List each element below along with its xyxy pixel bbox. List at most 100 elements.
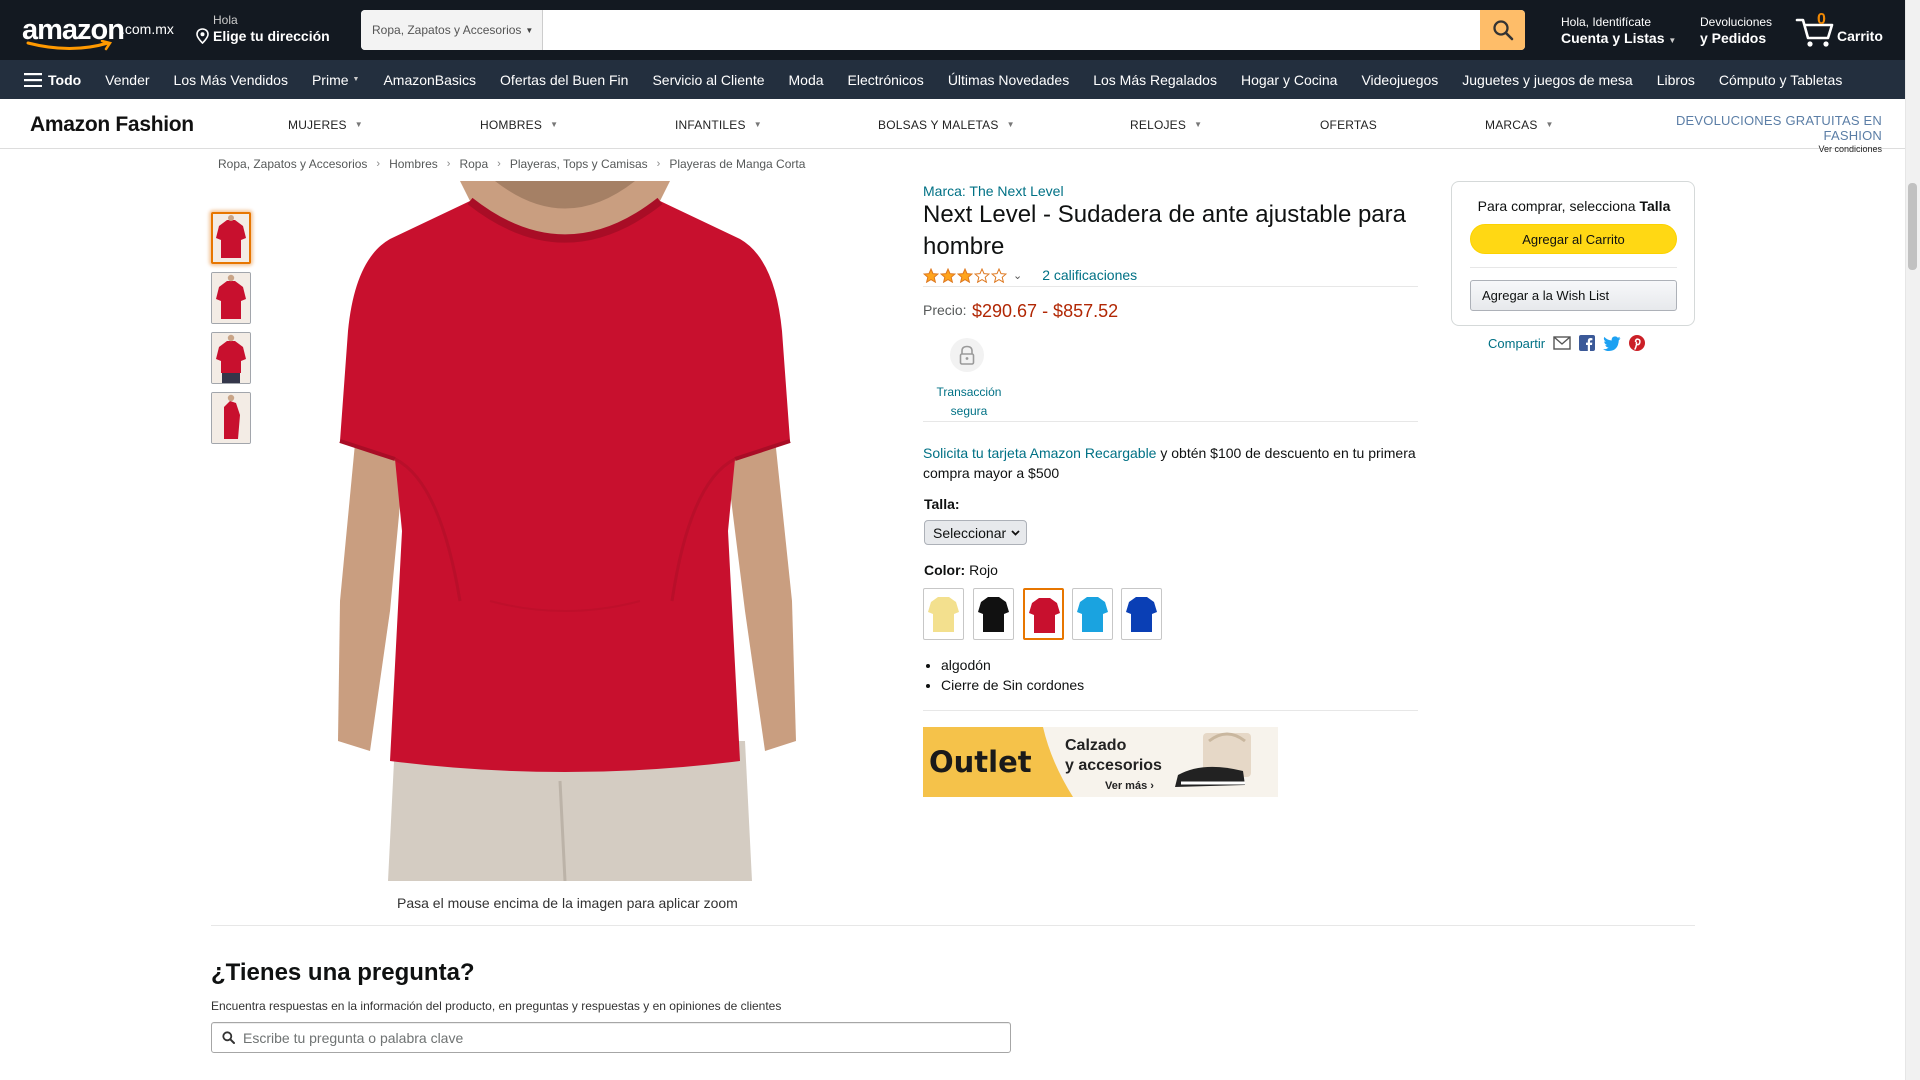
returns-line2: y Pedidos [1700,30,1767,46]
subnav-item-prime[interactable]: Prime ▼ [300,60,372,99]
add-to-wishlist-button[interactable]: Agregar a la Wish List [1470,280,1677,311]
subnav-label: Moda [788,71,824,88]
gallery-thumbnail[interactable] [211,272,251,324]
all-menu-button[interactable]: Todo [14,60,93,99]
subnav-item-moda[interactable]: Moda [777,60,836,99]
subnav-item-libros[interactable]: Libros [1645,60,1707,99]
add-to-cart-button[interactable]: Agregar al Carrito [1470,224,1677,254]
rating-count-link[interactable]: 2 calificaciones [1042,267,1137,283]
logo-smile-icon [26,40,113,51]
account-lists[interactable]: Hola, Identifícate Cuenta y Listas ▼ [1561,15,1676,46]
caret-down-icon: ▼ [550,120,559,129]
share-label[interactable]: Compartir [1488,336,1545,351]
feature-bullet: algodón [941,655,1084,675]
top-navbar: amazon .com.mx Hola Elige tu dirección R… [0,0,1920,60]
price-range: $290.67 - $857.52 [972,301,1119,321]
shirt-front-image [213,214,249,262]
subnav-item-hogar-cocina[interactable]: Hogar y Cocina [1229,60,1350,99]
search-department-dropdown[interactable]: Ropa, Zapatos y Accesorios ▼ [361,10,543,50]
outlet-line1: Calzado [1065,737,1127,754]
fashion-menu-infantiles[interactable]: INFANTILES ▼ [675,118,762,132]
fashion-menu-bolsas[interactable]: BOLSAS Y MALETAS ▼ [878,118,1015,132]
shirt-angle-image [212,273,250,323]
search-button[interactable] [1480,10,1525,50]
lock-icon[interactable] [950,338,984,372]
subnav-item-servicio-cliente[interactable]: Servicio al Cliente [640,60,776,99]
rating-row: ⌄ 2 calificaciones [923,264,1418,287]
cart-count: 0 [1817,11,1826,28]
fashion-menu-hombres[interactable]: HOMBRES ▼ [480,118,558,132]
chevron-down-icon[interactable]: ⌄ [1013,269,1022,282]
chevron-right-icon: › [446,158,451,170]
caret-down-icon: ▼ [525,25,534,35]
outlet-ad-banner[interactable]: Outlet Calzado y accesorios Ver más › [923,727,1278,797]
breadcrumb-item[interactable]: Playeras de Manga Corta [669,157,805,171]
star-rating[interactable] [923,267,1007,283]
email-icon[interactable] [1553,336,1571,350]
color-swatch-yellow[interactable] [923,588,964,640]
facebook-icon[interactable] [1579,335,1596,351]
subnav-label: Electrónicos [847,71,924,88]
subnav-item-regalados[interactable]: Los Más Regalados [1081,60,1229,99]
secure-transaction-label[interactable]: Transacción segura [923,383,1015,421]
search-department-label: Ropa, Zapatos y Accesorios [372,23,522,37]
card-promo: Solicita tu tarjeta Amazon Recargable y … [923,443,1420,483]
fashion-menu-ofertas[interactable]: OFERTAS [1320,118,1377,132]
amazon-fashion-logo[interactable]: Amazon Fashion [30,113,194,137]
breadcrumb-item[interactable]: Ropa [459,157,488,171]
page-scrollbar[interactable] [1905,0,1920,1080]
gallery-thumbnail[interactable] [211,212,251,264]
scrollbar-thumb[interactable] [1908,183,1917,270]
search-input[interactable] [543,10,1480,50]
star-empty-icon [974,267,990,283]
subnav-label: Vender [105,71,150,88]
gallery-thumbnail[interactable] [211,332,251,384]
color-value: Rojo [969,562,998,578]
sub-navbar: Todo Vender Los Más Vendidos Prime ▼ Amaz… [0,60,1920,99]
qa-title: ¿Tienes una pregunta? [211,959,475,986]
pinterest-icon[interactable] [1629,335,1646,351]
color-swatch-royal-blue[interactable] [1121,588,1162,640]
zoom-hint: Pasa el mouse encima de la imagen para a… [397,895,738,911]
color-swatch-shirt-image [928,597,959,632]
subnav-item-electronicos[interactable]: Electrónicos [836,60,936,99]
fashion-menu-label: HOMBRES [480,118,543,132]
subnav-item-computo[interactable]: Cómputo y Tabletas [1707,60,1854,99]
caret-down-icon: ▼ [753,120,762,129]
card-promo-link[interactable]: Solicita tu tarjeta Amazon Recargable [923,445,1156,461]
color-swatch-red[interactable] [1023,588,1064,640]
color-swatch-black[interactable] [973,588,1014,640]
qa-search-input[interactable] [243,1029,983,1046]
subnav-item-vender[interactable]: Vender [93,60,161,99]
divider [923,710,1418,711]
color-swatch-turquoise[interactable] [1072,588,1113,640]
fashion-menu-mujeres[interactable]: MUJERES ▼ [288,118,363,132]
amazon-logo[interactable]: amazon .com.mx [20,12,180,52]
returns-orders[interactable]: Devoluciones y Pedidos [1700,15,1772,46]
size-select[interactable]: Seleccionar [924,520,1027,545]
free-returns-banner[interactable]: DEVOLUCIONES GRATUITAS EN FASHION Ver co… [1632,113,1882,154]
subnav-item-videojuegos[interactable]: Videojuegos [1349,60,1450,99]
breadcrumb-item[interactable]: Ropa, Zapatos y Accesorios [218,157,367,171]
subnav-item-juguetes[interactable]: Juguetes y juegos de mesa [1450,60,1644,99]
product-main-image[interactable] [320,181,810,881]
brand-link[interactable]: Marca: The Next Level [923,183,1064,199]
subnav-item-amazonbasics[interactable]: AmazonBasics [371,60,488,99]
twitter-icon[interactable] [1603,335,1621,351]
breadcrumb-item[interactable]: Playeras, Tops y Camisas [510,157,648,171]
fashion-menu-relojes[interactable]: RELOJES ▼ [1130,118,1202,132]
color-label-key: Color: [924,562,966,578]
subnav-item-novedades[interactable]: Últimas Novedades [936,60,1081,99]
gallery-thumbnail[interactable] [211,392,251,444]
cart-button[interactable]: 0 Carrito [1795,11,1885,48]
color-swatch-shirt-image [1029,598,1060,633]
fashion-menu-marcas[interactable]: MARCAS ▼ [1485,118,1554,132]
fashion-menu-label: OFERTAS [1320,118,1377,132]
breadcrumb-item[interactable]: Hombres [389,157,438,171]
caret-down-icon: ▼ [1545,120,1554,129]
subnav-item-mas-vendidos[interactable]: Los Más Vendidos [162,60,300,99]
subnav-item-buen-fin[interactable]: Ofertas del Buen Fin [488,60,640,99]
location-pin-icon [196,28,209,44]
divider [1470,267,1677,268]
deliver-to[interactable]: Hola Elige tu dirección [195,13,330,44]
